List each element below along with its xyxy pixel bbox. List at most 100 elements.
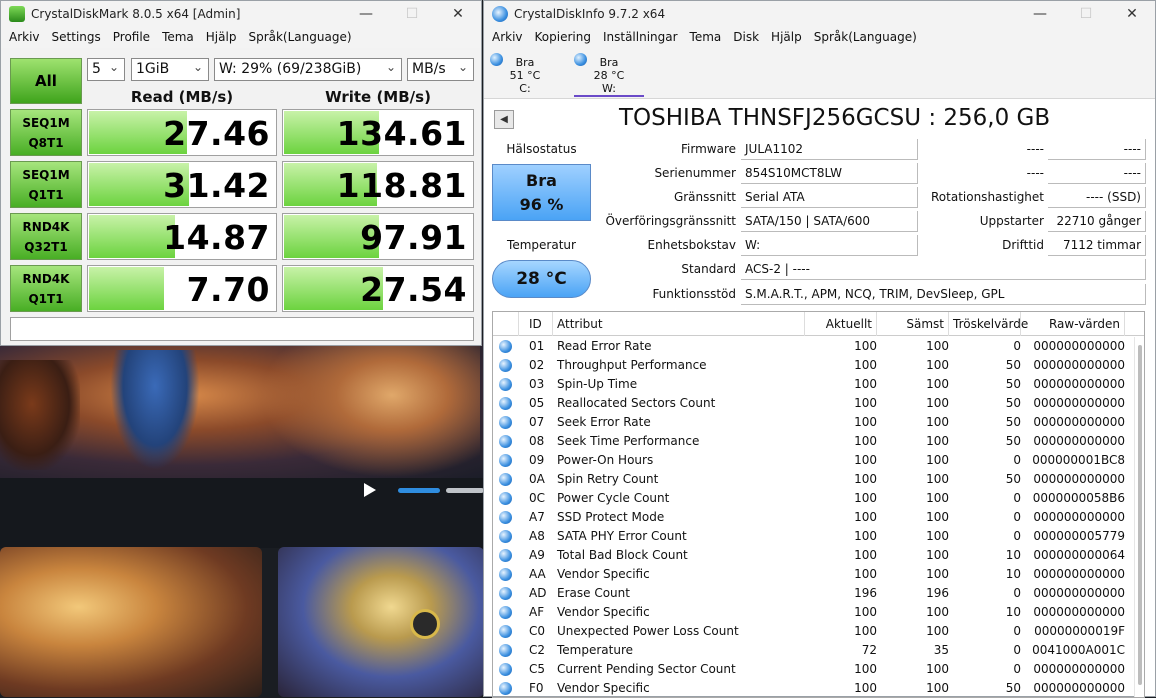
worst-value: 100: [926, 624, 949, 638]
features-value: S.M.A.R.T., APM, NCQ, TRIM, DevSleep, GP…: [741, 284, 1146, 305]
power-hours-label: Drifttid: [1002, 238, 1044, 252]
attribute-id: C5: [529, 662, 546, 676]
column-header-attribute[interactable]: Attribut: [553, 312, 805, 336]
menu-item[interactable]: Inställningar: [597, 30, 684, 44]
table-row[interactable]: 0A Spin Retry Count 100 100 50 000000000000: [493, 470, 1144, 489]
drive-tab-w[interactable]: Bra 28 °C W:: [574, 50, 644, 97]
table-row[interactable]: 0C Power Cycle Count 100 100 0 0000000058B6: [493, 489, 1144, 508]
current-value: 100: [854, 548, 877, 562]
worst-value: 100: [926, 662, 949, 676]
game-tile[interactable]: [0, 547, 262, 697]
carousel-indicator[interactable]: [446, 488, 484, 493]
attribute-id: F0: [529, 681, 544, 695]
table-row[interactable]: C2 Temperature 72 35 0 0041000A001C: [493, 641, 1144, 660]
test-button-rnd4k-q1t1[interactable]: RND4K Q1T1: [10, 265, 82, 312]
column-header-worst[interactable]: Sämst: [877, 312, 949, 336]
artwork-figure: [0, 360, 80, 470]
menu-item[interactable]: Arkiv: [3, 30, 46, 44]
table-row[interactable]: A9 Total Bad Block Count 100 100 10 000000000…: [493, 546, 1144, 565]
worst-value: 100: [926, 377, 949, 391]
health-good-icon: [499, 511, 512, 524]
worst-value: 100: [926, 510, 949, 524]
table-row[interactable]: 07 Seek Error Rate 100 100 50 000000000000: [493, 413, 1144, 432]
column-header-id[interactable]: ID: [519, 312, 553, 336]
table-row[interactable]: 03 Spin-Up Time 100 100 50 000000000000: [493, 375, 1144, 394]
test-label: RND4K: [22, 219, 70, 234]
menu-item[interactable]: Språk(Language): [808, 30, 923, 44]
unit-select[interactable]: MB/s ⌄: [407, 58, 474, 81]
temperature-box[interactable]: 28 °C: [492, 260, 591, 298]
current-value: 100: [854, 491, 877, 505]
write-value: 134.61: [336, 114, 467, 153]
raw-value: 000000000000: [1033, 681, 1125, 695]
table-row[interactable]: AD Erase Count 196 196 0 000000000000: [493, 584, 1144, 603]
menu-item[interactable]: Profile: [107, 30, 156, 44]
threshold-value: 50: [1005, 472, 1021, 486]
table-row[interactable]: AF Vendor Specific 100 100 10 000000000000: [493, 603, 1144, 622]
menu-item[interactable]: Kopiering: [529, 30, 597, 44]
menu-item[interactable]: Hjälp: [765, 30, 808, 44]
attribute-name: Vendor Specific: [557, 681, 650, 695]
drive-select[interactable]: W: 29% (69/238GiB) ⌄: [214, 58, 402, 81]
worst-value: 100: [926, 567, 949, 581]
test-button-seq1m-q1t1[interactable]: SEQ1M Q1T1: [10, 161, 82, 208]
serial-value: 854S10MCT8LW: [741, 163, 918, 184]
table-row[interactable]: 05 Reallocated Sectors Count 100 100 50 00000…: [493, 394, 1144, 413]
table-row[interactable]: AA Vendor Specific 100 100 10 000000000000: [493, 565, 1144, 584]
scrollbar-thumb[interactable]: [1138, 345, 1142, 685]
table-row[interactable]: F0 Vendor Specific 100 100 50 000000000000: [493, 679, 1144, 697]
minimize-icon[interactable]: —: [343, 6, 389, 22]
menu-item[interactable]: Disk: [727, 30, 765, 44]
worst-value: 100: [926, 358, 949, 372]
column-header-current[interactable]: Aktuellt: [805, 312, 877, 336]
raw-value: 000000000000: [1033, 396, 1125, 410]
health-good-icon: [499, 416, 512, 429]
attribute-id: 07: [529, 415, 545, 429]
play-icon[interactable]: [364, 483, 376, 497]
table-row[interactable]: 08 Seek Time Performance 100 100 50 000000000…: [493, 432, 1144, 451]
size-select[interactable]: 1GiB ⌄: [131, 58, 209, 81]
close-icon[interactable]: ✕: [1109, 6, 1155, 22]
column-header-threshold[interactable]: Tröskelvärde: [949, 312, 1028, 336]
minimize-icon[interactable]: —: [1017, 6, 1063, 22]
column-header-raw[interactable]: Raw-värden: [1021, 312, 1125, 336]
test-button-seq1m-q8t1[interactable]: SEQ1M Q8T1: [10, 109, 82, 156]
drive-tab-c[interactable]: Bra 51 °C C:: [490, 50, 560, 97]
all-button[interactable]: All: [10, 58, 82, 104]
table-row[interactable]: 09 Power-On Hours 100 100 0 000000001BC8: [493, 451, 1144, 470]
vertical-scrollbar[interactable]: [1134, 337, 1144, 697]
comment-field[interactable]: [10, 317, 474, 341]
game-tile[interactable]: [278, 547, 484, 697]
artwork-figure: [260, 340, 480, 478]
menu-item[interactable]: Språk(Language): [242, 30, 357, 44]
test-label: Q1T1: [28, 187, 64, 202]
worst-value: 100: [926, 453, 949, 467]
menu-item[interactable]: Arkiv: [486, 30, 529, 44]
attribute-name: Vendor Specific: [557, 605, 650, 619]
health-status-box[interactable]: Bra 96 %: [492, 164, 591, 221]
table-row[interactable]: C0 Unexpected Power Loss Count 100 100 0 0000…: [493, 622, 1144, 641]
current-value: 100: [854, 510, 877, 524]
previous-drive-button[interactable]: ◀: [494, 110, 514, 129]
count-select[interactable]: 5 ⌄: [87, 58, 125, 81]
table-row[interactable]: 02 Throughput Performance 100 100 50 00000000…: [493, 356, 1144, 375]
chevron-down-icon: ⌄: [108, 60, 119, 74]
test-button-rnd4k-q32t1[interactable]: RND4K Q32T1: [10, 213, 82, 260]
table-row[interactable]: A8 SATA PHY Error Count 100 100 0 00000000577…: [493, 527, 1144, 546]
standard-value: ACS-2 | ----: [741, 259, 1146, 280]
menu-item[interactable]: Hjälp: [200, 30, 243, 44]
current-value: 100: [854, 605, 877, 619]
menu-item[interactable]: Tema: [156, 30, 200, 44]
close-icon[interactable]: ✕: [435, 6, 481, 22]
window-title: CrystalDiskInfo 9.7.2 x64: [514, 6, 666, 21]
threshold-value: 0: [1013, 662, 1021, 676]
menu-item[interactable]: Tema: [684, 30, 728, 44]
table-row[interactable]: 01 Read Error Rate 100 100 0 000000000000: [493, 337, 1144, 356]
carousel-indicator-active[interactable]: [398, 488, 440, 493]
table-row[interactable]: C5 Current Pending Sector Count 100 100 0 000…: [493, 660, 1144, 679]
threshold-value: 0: [1013, 491, 1021, 505]
table-row[interactable]: A7 SSD Protect Mode 100 100 0 000000000000: [493, 508, 1144, 527]
status-column-header[interactable]: [493, 312, 519, 336]
menu-item[interactable]: Settings: [46, 30, 107, 44]
health-good-icon: [499, 492, 512, 505]
